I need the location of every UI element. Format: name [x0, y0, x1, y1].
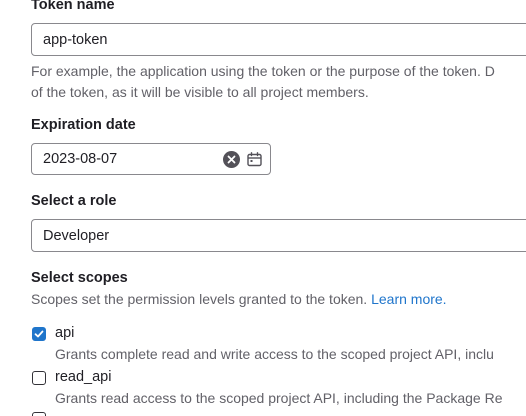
- token-name-input[interactable]: app-token: [31, 23, 526, 56]
- role-value: Developer: [43, 227, 110, 244]
- api-scope-checkbox[interactable]: [32, 327, 46, 341]
- api-scope-name[interactable]: api: [55, 325, 74, 341]
- next-scope-checkbox[interactable]: [32, 412, 46, 416]
- read-api-scope-description: Grants read access to the scoped project…: [55, 390, 503, 406]
- learn-more-link[interactable]: Learn more.: [371, 291, 446, 307]
- token-form: Token name app-token For example, the ap…: [0, 0, 526, 416]
- read-api-scope-name[interactable]: read_api: [55, 369, 111, 385]
- clear-icon[interactable]: [223, 151, 240, 168]
- calendar-icon[interactable]: [247, 152, 262, 167]
- scopes-label: Select scopes: [31, 270, 128, 286]
- scopes-description: Scopes set the permission levels granted…: [31, 289, 447, 310]
- check-icon: [34, 330, 44, 338]
- expiration-date-value: 2023-08-07: [43, 151, 118, 167]
- token-name-value: app-token: [43, 31, 108, 48]
- role-label: Select a role: [31, 193, 117, 209]
- token-name-help-line2: of the token, as it will be visible to a…: [31, 84, 369, 100]
- token-name-help-line1: For example, the application using the t…: [31, 63, 495, 79]
- expiration-date-label: Expiration date: [31, 117, 136, 133]
- token-name-label: Token name: [31, 0, 115, 13]
- api-scope-description: Grants complete read and write access to…: [55, 346, 494, 362]
- read-api-scope-checkbox[interactable]: [32, 371, 46, 385]
- role-select[interactable]: Developer: [31, 219, 526, 252]
- expiration-date-input[interactable]: 2023-08-07: [31, 143, 271, 175]
- scopes-description-text: Scopes set the permission levels granted…: [31, 291, 368, 307]
